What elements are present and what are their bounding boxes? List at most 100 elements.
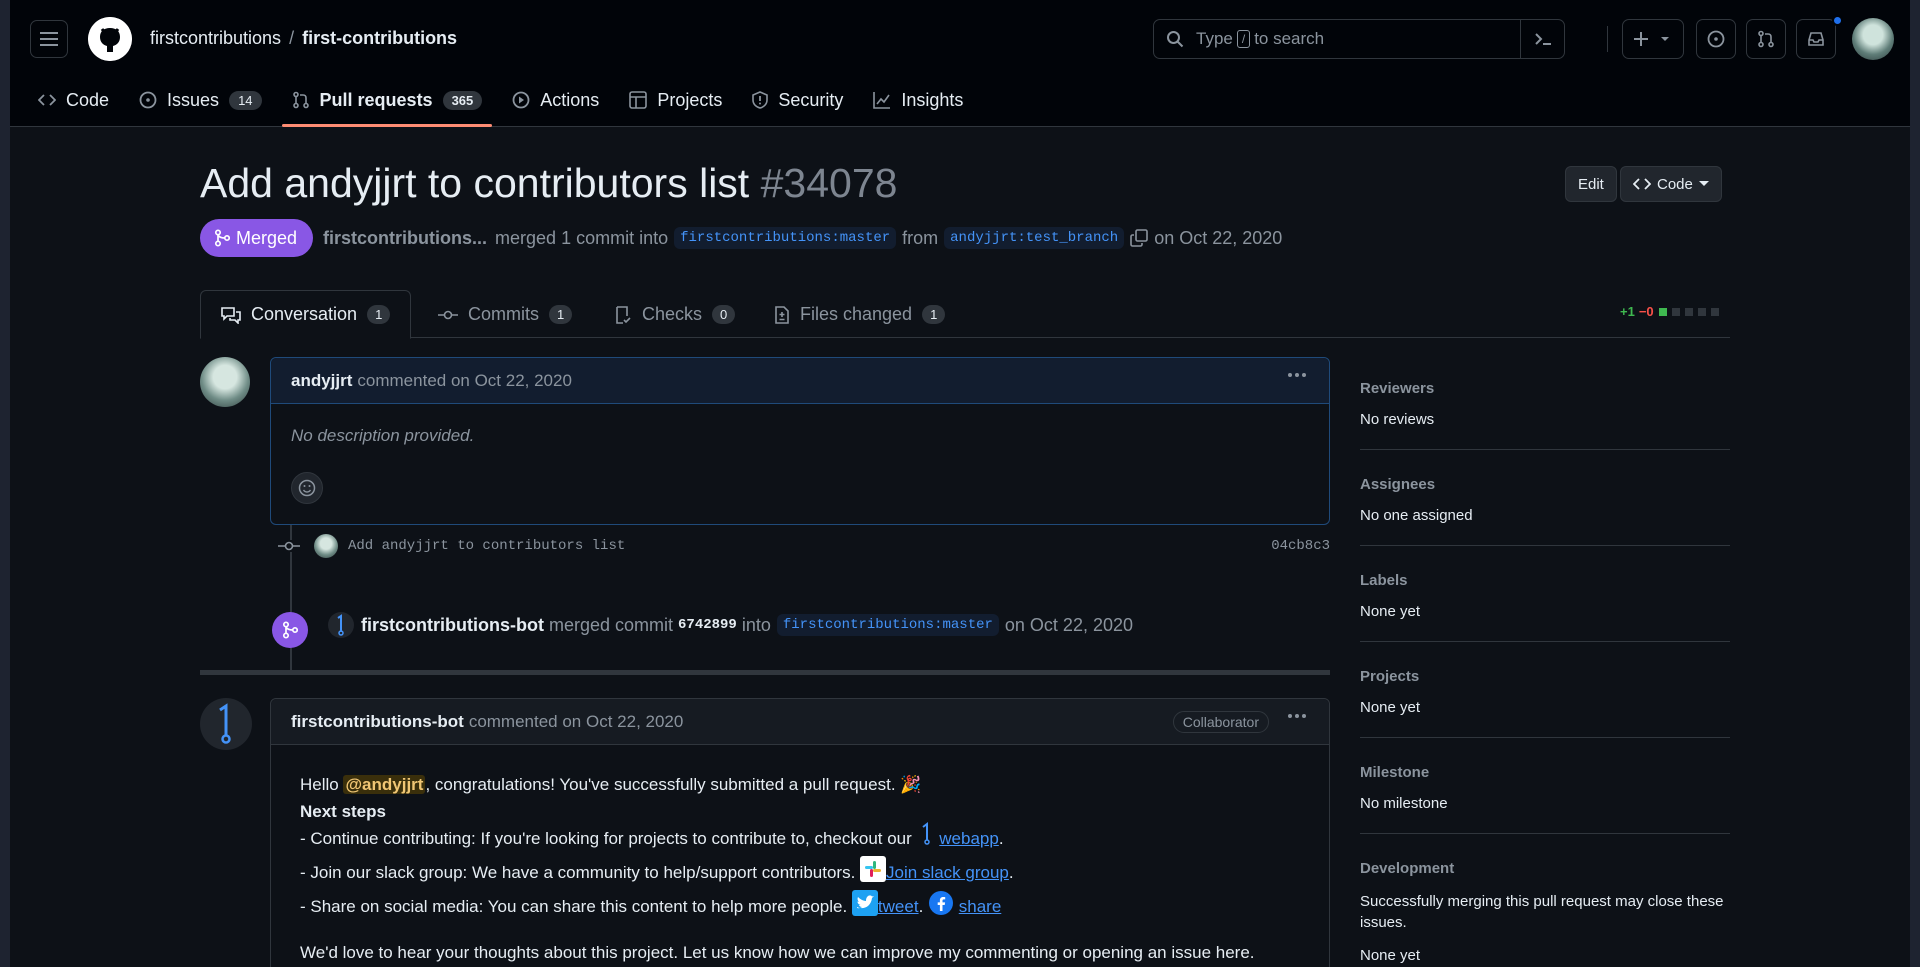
timeline-divider bbox=[200, 670, 1330, 675]
projects-title[interactable]: Projects bbox=[1360, 668, 1730, 685]
menu-button[interactable] bbox=[30, 20, 68, 58]
hamburger-icon bbox=[40, 32, 58, 46]
bot-avatar[interactable] bbox=[200, 698, 252, 750]
diffstat: +1 −0 bbox=[1620, 304, 1719, 319]
twitter-icon bbox=[851, 890, 878, 916]
tab-insights[interactable]: Insights bbox=[873, 80, 963, 120]
avatar[interactable] bbox=[314, 534, 338, 558]
merged-text: merged 1 commit into bbox=[495, 227, 669, 248]
avatar[interactable] bbox=[200, 357, 250, 407]
webapp-link[interactable]: webapp bbox=[939, 829, 999, 848]
tab-conversation[interactable]: Conversation 1 bbox=[200, 290, 412, 339]
diffstat-block bbox=[1658, 307, 1667, 316]
tab-files-changed-count: 1 bbox=[922, 305, 946, 324]
pull-requests-button[interactable] bbox=[1746, 19, 1786, 59]
assignees-title[interactable]: Assignees bbox=[1360, 476, 1730, 493]
repo-link[interactable]: first-contributions bbox=[302, 28, 457, 48]
user-mention[interactable]: @andyjjrt bbox=[343, 775, 426, 794]
tab-projects[interactable]: Projects bbox=[629, 80, 722, 120]
comment-header: andyjjrt commented on Oct 22, 2020 bbox=[271, 358, 1329, 404]
issues-button[interactable] bbox=[1696, 19, 1736, 59]
comment-header: firstcontributions-bot commented on Oct … bbox=[271, 699, 1329, 745]
more-options-icon[interactable] bbox=[1287, 713, 1307, 719]
search-icon bbox=[1167, 31, 1184, 48]
diffstat-block bbox=[1671, 307, 1680, 316]
plus-icon bbox=[1634, 32, 1669, 46]
tab-checks[interactable]: Checks 0 bbox=[614, 290, 736, 339]
breadcrumb: firstcontributions / first-contributions bbox=[150, 28, 457, 49]
reviewers-title[interactable]: Reviewers bbox=[1360, 380, 1730, 397]
slack-icon bbox=[860, 856, 887, 882]
tab-security[interactable]: Security bbox=[752, 80, 843, 120]
share-link[interactable]: share bbox=[959, 897, 1002, 916]
into-text: into bbox=[741, 614, 771, 635]
tab-actions[interactable]: Actions bbox=[512, 80, 599, 120]
tab-issues-label: Issues bbox=[167, 89, 220, 110]
milestone-section: Milestone No milestone bbox=[1360, 756, 1730, 834]
tab-checks-count: 0 bbox=[712, 305, 736, 324]
comment-body: No description provided. bbox=[291, 426, 475, 445]
commit-message[interactable]: Add andyjjrt to contributors list bbox=[348, 538, 625, 554]
edit-title-button[interactable]: Edit bbox=[1565, 166, 1617, 202]
comment-timestamp[interactable]: commented on Oct 22, 2020 bbox=[357, 371, 572, 391]
tab-insights-label: Insights bbox=[901, 89, 964, 110]
diffstat-block bbox=[1684, 307, 1693, 316]
code-icon bbox=[38, 94, 56, 106]
issues-count: 14 bbox=[229, 90, 262, 110]
labels-title[interactable]: Labels bbox=[1360, 572, 1730, 589]
tab-conversation-label: Conversation bbox=[251, 304, 358, 324]
development-title[interactable]: Development bbox=[1360, 860, 1730, 877]
additions-count: +1 bbox=[1620, 304, 1635, 319]
development-issues-value: None yet bbox=[1360, 947, 1421, 964]
command-palette-button[interactable] bbox=[1520, 20, 1564, 58]
merge-event-badge bbox=[272, 612, 308, 648]
tab-files-changed[interactable]: Files changed 1 bbox=[774, 290, 946, 339]
merge-commit-sha[interactable]: 6742899 bbox=[678, 617, 737, 633]
tab-issues[interactable]: Issues 14 bbox=[139, 80, 262, 120]
github-logo-icon[interactable] bbox=[88, 17, 132, 61]
merge-target-branch[interactable]: firstcontributions:master bbox=[776, 614, 999, 636]
tab-code[interactable]: Code bbox=[38, 80, 109, 120]
merge-actor[interactable]: firstcontributions-bot bbox=[361, 615, 544, 636]
development-value: Successfully merging this pull request m… bbox=[1360, 893, 1724, 931]
bot-avatar[interactable] bbox=[328, 612, 354, 638]
tab-pull-requests[interactable]: Pull requests 365 bbox=[281, 80, 493, 127]
inbox-button[interactable] bbox=[1796, 19, 1836, 59]
search-input[interactable]: Type / to search bbox=[1153, 19, 1565, 59]
merger-link[interactable]: firstcontributions... bbox=[323, 228, 487, 249]
copy-icon[interactable] bbox=[1130, 229, 1148, 247]
add-reaction-button[interactable] bbox=[291, 472, 323, 504]
pull-request-icon bbox=[292, 91, 309, 109]
labels-section: Labels None yet bbox=[1360, 564, 1730, 642]
comment-author[interactable]: firstcontributions-bot bbox=[291, 712, 464, 732]
code-dropdown-button[interactable]: Code bbox=[1620, 166, 1722, 202]
search-placeholder-post: to search bbox=[1254, 29, 1325, 48]
user-avatar[interactable] bbox=[1852, 18, 1894, 60]
tab-actions-label: Actions bbox=[540, 89, 600, 110]
base-branch[interactable]: firstcontributions:master bbox=[674, 227, 897, 249]
more-options-icon[interactable] bbox=[1287, 372, 1307, 378]
comment-timestamp[interactable]: commented on Oct 22, 2020 bbox=[469, 712, 684, 732]
head-branch[interactable]: andyjjrt:test_branch bbox=[944, 227, 1125, 249]
comment-author[interactable]: andyjjrt bbox=[291, 371, 352, 391]
slack-link[interactable]: Join slack group bbox=[886, 863, 1009, 882]
tweet-link[interactable]: tweet bbox=[878, 897, 919, 916]
step-line-1: - Continue contributing: If you're looki… bbox=[300, 822, 1330, 856]
status-badge: Merged bbox=[200, 219, 314, 257]
commit-sha[interactable]: 04cb8c3 bbox=[1271, 538, 1330, 554]
tab-commits-label: Commits bbox=[468, 304, 539, 324]
file-diff-icon bbox=[775, 305, 789, 324]
milestone-title[interactable]: Milestone bbox=[1360, 764, 1730, 781]
issue-icon bbox=[1707, 30, 1725, 48]
projects-section: Projects None yet bbox=[1360, 660, 1730, 738]
tab-commits[interactable]: Commits 1 bbox=[438, 290, 573, 339]
step-text-1: - Continue contributing: If you're looki… bbox=[300, 829, 912, 848]
merge-event-date[interactable]: on Oct 22, 2020 bbox=[1005, 615, 1133, 636]
create-new-button[interactable] bbox=[1622, 19, 1684, 59]
issue-icon bbox=[139, 91, 157, 109]
conversation-icon bbox=[221, 306, 241, 324]
search-placeholder-pre: Type bbox=[1196, 29, 1233, 48]
owner-link[interactable]: firstcontributions bbox=[150, 28, 281, 48]
milestone-value: No milestone bbox=[1360, 795, 1448, 812]
diffstat-block bbox=[1697, 307, 1706, 316]
